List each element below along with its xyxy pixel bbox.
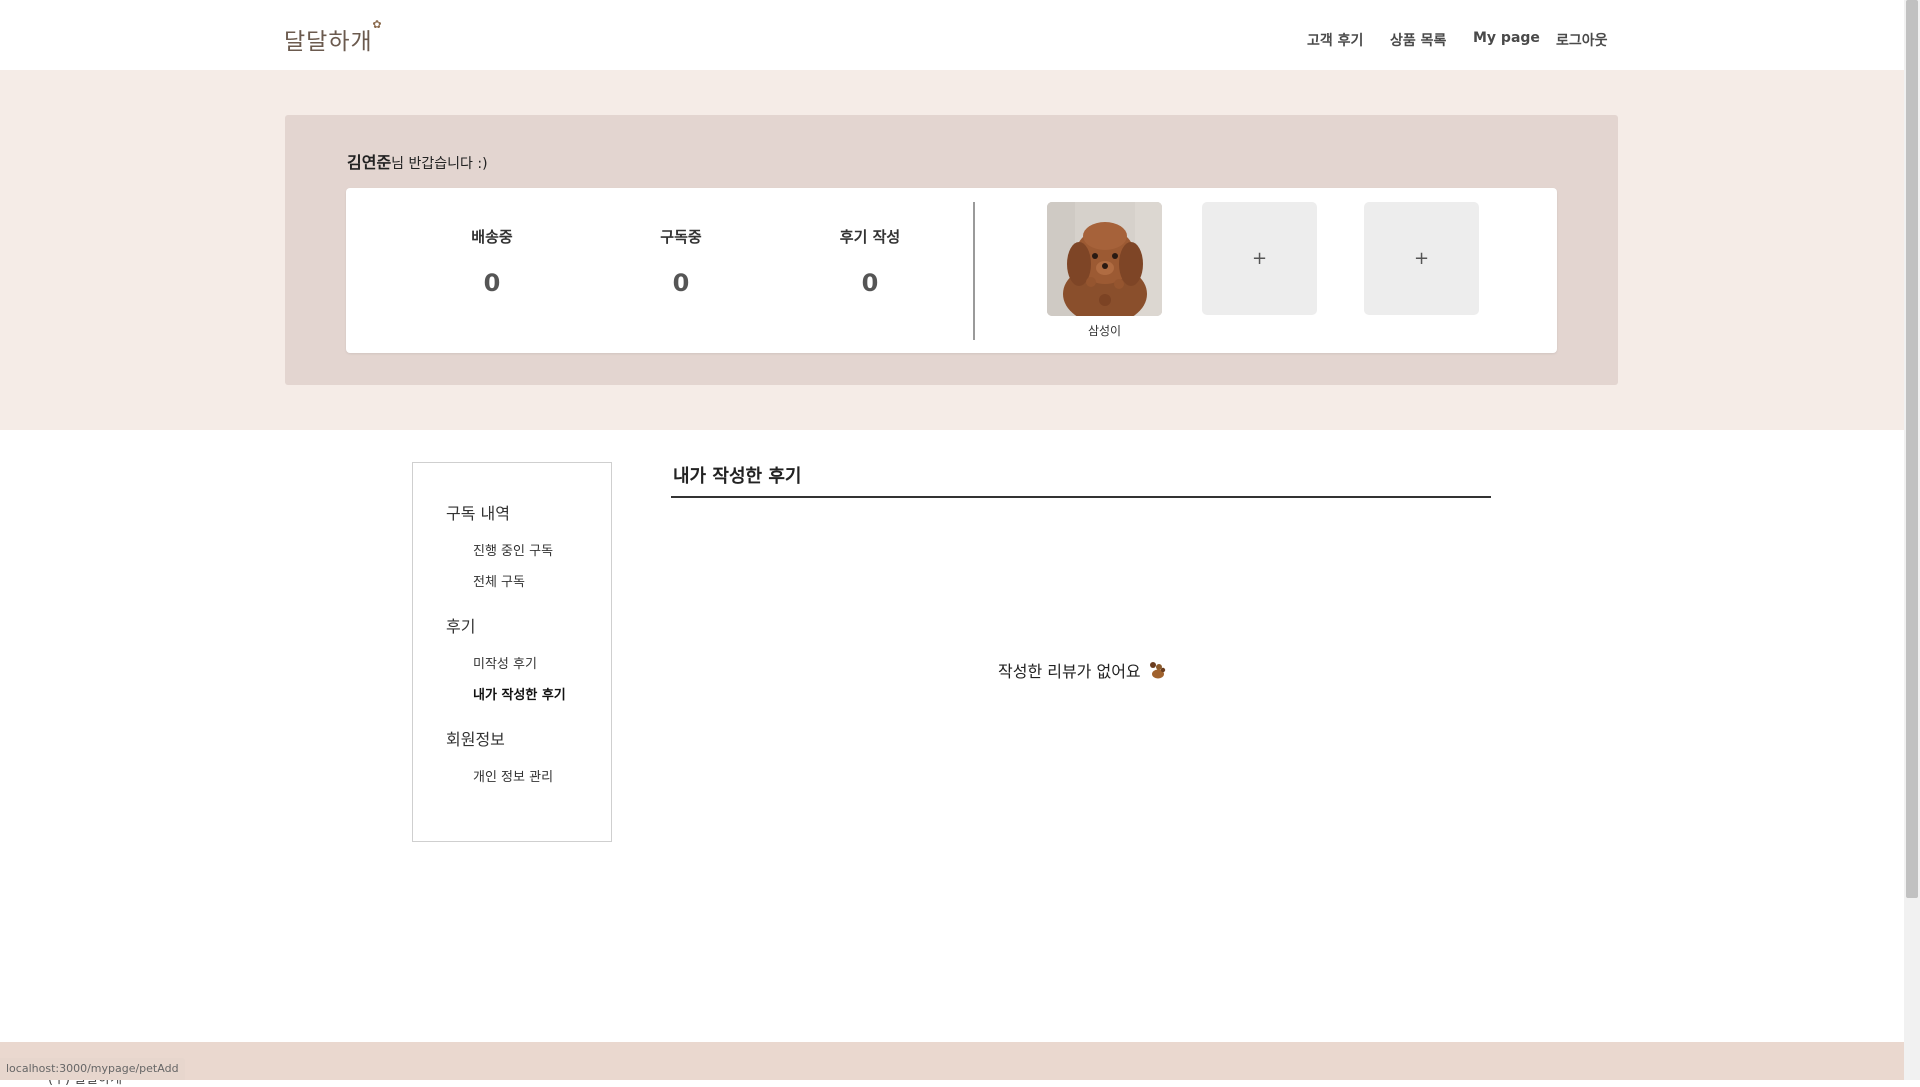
paw-icon (1149, 662, 1165, 679)
stat-label: 배송중 (471, 228, 513, 246)
paw-icon: ✿ (372, 18, 383, 31)
nav-my-page[interactable]: My page (1473, 30, 1540, 46)
scrollbar-thumb[interactable] (1906, 0, 1918, 898)
nav-logout[interactable]: 로그아웃 (1556, 30, 1608, 50)
pet-photo[interactable] (1047, 202, 1162, 316)
add-pet-button[interactable]: + (1202, 202, 1317, 315)
plus-icon: + (1413, 248, 1430, 269)
page-title: 내가 작성한 후기 (673, 466, 802, 487)
profile-card: 김연준님 반갑습니다 :) 배송중 0 구독중 0 후기 작성 0 삼성이 + … (285, 115, 1618, 385)
page: 달달하개 ✿ 고객 후기 상품 목록 My page 로그아웃 김연준님 반갑습… (0, 0, 1904, 1087)
sidebar-heading-reviews: 후기 (446, 617, 476, 636)
add-pet-button[interactable]: + (1364, 202, 1479, 315)
pet-name: 삼성이 (1087, 324, 1122, 338)
sidebar-item-personal-info[interactable]: 개인 정보 관리 (473, 766, 553, 785)
status-bar-url: localhost:3000/mypage/petAdd (0, 1058, 185, 1080)
logo-text: 달달하개 (284, 29, 373, 55)
sidebar-heading-subscriptions: 구독 내역 (446, 504, 510, 523)
stat-shipping[interactable]: 배송중 0 (422, 226, 562, 297)
user-name: 김연준 (347, 153, 392, 172)
stat-label: 구독중 (660, 228, 702, 246)
stat-reviews-written[interactable]: 후기 작성 0 (800, 226, 940, 297)
stat-value: 0 (861, 269, 879, 297)
sidebar-item-unwritten-reviews[interactable]: 미작성 후기 (473, 653, 537, 672)
vertical-divider (973, 202, 975, 340)
nav-product-list[interactable]: 상품 목록 (1390, 30, 1446, 50)
sidebar-item-active-subscriptions[interactable]: 진행 중인 구독 (473, 540, 553, 559)
footer: (주) 달달하개 (0, 1042, 1904, 1087)
sidebar-item-all-subscriptions[interactable]: 전체 구독 (473, 571, 525, 590)
empty-message: 작성한 리뷰가 없어요 (998, 662, 1141, 681)
profile-summary: 배송중 0 구독중 0 후기 작성 0 삼성이 + + (346, 188, 1557, 353)
plus-icon: + (1251, 248, 1268, 269)
sidebar-heading-member-info: 회원정보 (446, 730, 505, 749)
nav-customer-reviews[interactable]: 고객 후기 (1307, 30, 1363, 50)
top-header: 달달하개 ✿ 고객 후기 상품 목록 My page 로그아웃 (0, 0, 1904, 70)
stat-label: 후기 작성 (839, 228, 901, 246)
site-logo[interactable]: 달달하개 ✿ (284, 18, 382, 56)
dog-photo-illustration (1047, 202, 1162, 316)
greeting: 김연준님 반갑습니다 :) (347, 149, 488, 173)
title-divider (671, 496, 1491, 498)
mypage-sidebar: 구독 내역 진행 중인 구독 전체 구독 후기 미작성 후기 내가 작성한 후기… (412, 462, 612, 842)
stat-subscribing[interactable]: 구독중 0 (611, 226, 751, 297)
sidebar-item-my-reviews[interactable]: 내가 작성한 후기 (473, 684, 566, 703)
greeting-suffix: 님 반갑습니다 :) (391, 156, 488, 172)
empty-state: 작성한 리뷰가 없어요 (998, 658, 1167, 682)
stat-value: 0 (672, 269, 690, 297)
stat-value: 0 (483, 269, 501, 297)
